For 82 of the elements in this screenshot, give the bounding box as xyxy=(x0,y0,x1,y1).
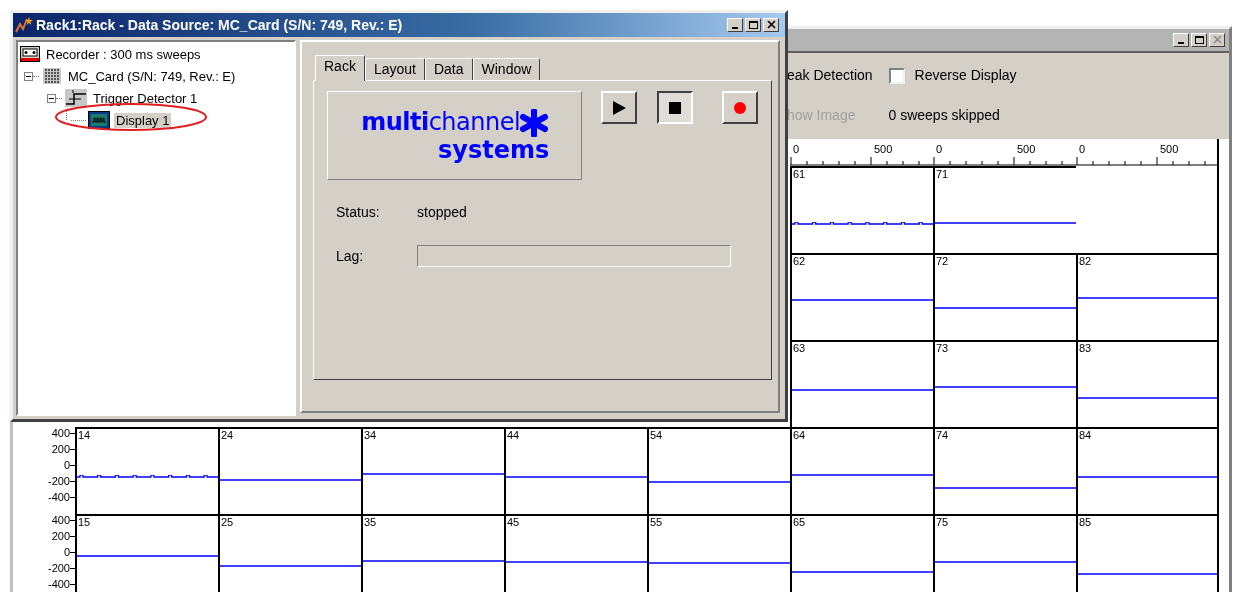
axis-tick-label: -200 xyxy=(47,475,70,487)
channel-label: 24 xyxy=(221,430,234,441)
channel-label: 61 xyxy=(793,169,806,180)
channel-label: 74 xyxy=(936,430,949,441)
axis-tick-label: 500 xyxy=(1017,144,1036,155)
channel-label: 45 xyxy=(507,517,520,528)
channel-label: 25 xyxy=(221,517,234,528)
tab[interactable]: Rack xyxy=(315,55,365,81)
maximize-icon xyxy=(748,21,758,29)
axis-tick-label: -400 xyxy=(47,491,70,503)
tree-item[interactable]: MC_Card (S/N: 749, Rev.: E) xyxy=(66,69,238,84)
oscilloscope-icon xyxy=(88,111,110,129)
maximize-button[interactable] xyxy=(1191,33,1207,47)
chip-grid-icon xyxy=(42,67,62,85)
minimize-button[interactable] xyxy=(727,18,743,32)
option-label: 0 sweeps skipped xyxy=(888,106,1000,125)
record-icon xyxy=(734,101,747,114)
channel-label: 15 xyxy=(78,517,91,528)
option-label: eak Detection xyxy=(787,66,873,85)
play-icon xyxy=(612,100,627,115)
axis-tick-label: 200 xyxy=(51,443,70,455)
axis-tick-label: -400 xyxy=(47,578,70,590)
logo-text: systems xyxy=(438,136,550,163)
axis-tick-label: 0 xyxy=(936,144,943,155)
channel-label: 84 xyxy=(1079,430,1092,441)
axis-tick-label: 500 xyxy=(1160,144,1179,155)
tab[interactable]: Layout xyxy=(364,58,425,80)
stop-button[interactable] xyxy=(657,91,694,124)
axis-tick-label: 0 xyxy=(793,144,800,155)
close-icon xyxy=(1212,36,1222,44)
tab[interactable]: Window xyxy=(472,58,541,80)
tree-item[interactable]: Trigger Detector 1 xyxy=(91,91,200,106)
maximize-button[interactable] xyxy=(745,18,761,32)
axis-tick-label: 200 xyxy=(51,530,70,542)
play-button[interactable] xyxy=(601,91,638,124)
minimize-button[interactable] xyxy=(1173,33,1189,47)
channel-label: 75 xyxy=(936,517,949,528)
channel-label: 62 xyxy=(793,256,806,267)
collapse-icon[interactable] xyxy=(23,71,33,81)
tree-item[interactable]: Display 1 xyxy=(114,113,172,128)
axis-tick-label: 0 xyxy=(63,546,70,558)
axis-tick-label: 400 xyxy=(51,514,70,526)
record-button[interactable] xyxy=(722,91,758,124)
tree-item[interactable]: Recorder : 300 ms sweeps xyxy=(44,47,203,62)
channel-label: 14 xyxy=(78,430,91,441)
window-title: Rack1:Rack - Data Source: MC_Card (S/N: 749, Rev.: E) xyxy=(36,15,404,35)
channel-label: 85 xyxy=(1079,517,1092,528)
maximize-icon xyxy=(1194,36,1204,44)
recorder-icon xyxy=(20,46,40,62)
close-icon xyxy=(766,21,776,29)
axis-tick-label: -200 xyxy=(47,562,70,574)
channel-label: 83 xyxy=(1079,343,1092,354)
axis-tick-label: 400 xyxy=(51,427,70,439)
logo-text: multichannel xyxy=(361,108,521,135)
channel-label: 82 xyxy=(1079,256,1092,267)
axis-tick-label: 0 xyxy=(1079,144,1086,155)
checkbox-label: Reverse Display xyxy=(914,66,1017,85)
step-signal-icon xyxy=(65,89,87,107)
channel-label: 55 xyxy=(650,517,663,528)
status-value: stopped xyxy=(417,203,467,222)
lag-label: Lag: xyxy=(336,246,365,266)
asterisk-icon xyxy=(520,108,549,137)
channel-label: 64 xyxy=(793,430,806,441)
axis-tick-label: 0 xyxy=(63,459,70,471)
channel-label: 63 xyxy=(793,343,806,354)
channel-label: 54 xyxy=(650,430,663,441)
channel-label: 71 xyxy=(936,169,949,180)
stop-icon xyxy=(669,101,682,114)
close-button[interactable] xyxy=(1209,33,1225,47)
close-button[interactable] xyxy=(763,18,779,32)
tab[interactable]: Data xyxy=(424,58,473,80)
collapse-icon[interactable] xyxy=(46,93,56,103)
channel-label: 34 xyxy=(364,430,377,441)
checkbox[interactable] xyxy=(888,67,905,84)
channel-label: 65 xyxy=(793,517,806,528)
channel-label: 44 xyxy=(507,430,520,441)
status-label: Status: xyxy=(336,203,381,222)
channel-label: 35 xyxy=(364,517,377,528)
channel-label: 73 xyxy=(936,343,949,354)
channel-label: 72 xyxy=(936,256,949,267)
app-logo-icon xyxy=(15,16,33,34)
axis-tick-label: 500 xyxy=(874,144,893,155)
